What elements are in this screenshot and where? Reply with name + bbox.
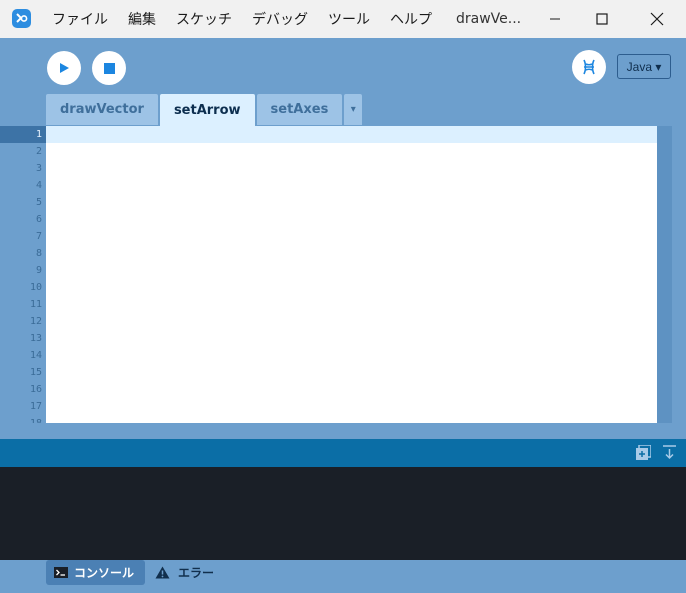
line-number: 17: [29, 401, 42, 412]
line-number: 15: [29, 367, 42, 378]
stop-button[interactable]: [92, 51, 126, 85]
close-button[interactable]: [632, 0, 682, 38]
menu-tools[interactable]: ツール: [328, 9, 370, 29]
toolbar: Java ▾: [0, 38, 686, 94]
maximize-icon: [596, 13, 608, 25]
minimize-button[interactable]: [530, 0, 580, 38]
title-bar: ファイル 編集 スケッチ デバッグ ツール ヘルプ drawVe...: [0, 0, 686, 38]
line-number: 2: [35, 146, 42, 157]
tab-drawvector[interactable]: drawVector: [46, 94, 158, 125]
footer-bar: コンソール エラー: [0, 560, 686, 593]
menu-debug[interactable]: デバッグ: [252, 9, 308, 29]
menu-file[interactable]: ファイル: [52, 9, 108, 29]
terminal-icon: [54, 567, 68, 578]
line-number: 8: [35, 248, 42, 259]
window-title: drawVe...: [456, 11, 522, 27]
tab-menu-button[interactable]: ▾: [344, 94, 363, 125]
menu-sketch[interactable]: スケッチ: [176, 9, 232, 29]
menu-help[interactable]: ヘルプ: [390, 9, 432, 29]
tab-setaxes[interactable]: setAxes: [256, 94, 343, 125]
line-number: 14: [29, 350, 42, 361]
errors-tab-label: エラー: [178, 566, 215, 580]
current-line-highlight: [46, 126, 657, 143]
line-number: 16: [29, 384, 42, 395]
line-number: 7: [35, 231, 42, 242]
console-tab-label: コンソール: [74, 566, 135, 580]
menu-bar: ファイル 編集 スケッチ デバッグ ツール ヘルプ drawVe...: [52, 0, 541, 38]
butterfly-icon: [583, 59, 595, 75]
line-number: 18: [0, 415, 46, 423]
console-header: [0, 439, 686, 467]
line-number: 3: [35, 163, 42, 174]
code-editor: 123456789101112131415161718: [0, 126, 686, 424]
console-tab[interactable]: コンソール: [46, 560, 145, 585]
processing-app-icon: [12, 9, 31, 28]
minimize-icon: [550, 18, 560, 20]
warning-icon: [155, 566, 170, 579]
code-area[interactable]: [46, 126, 657, 423]
line-number: 10: [29, 282, 42, 293]
vertical-scrollbar[interactable]: [657, 126, 672, 423]
copy-icon[interactable]: [636, 445, 651, 460]
line-number: 13: [29, 333, 42, 344]
run-button[interactable]: [47, 51, 81, 85]
collapse-console-icon[interactable]: [662, 445, 677, 460]
line-number: 1: [0, 126, 46, 143]
tab-setarrow[interactable]: setArrow: [159, 94, 255, 126]
chevron-down-icon: ▾: [350, 104, 356, 115]
line-number-gutter: 123456789101112131415161718: [0, 126, 46, 423]
line-number: 4: [35, 180, 42, 191]
line-number: 6: [35, 214, 42, 225]
close-icon: [650, 12, 664, 26]
line-number: 12: [29, 316, 42, 327]
line-number: 5: [35, 197, 42, 208]
maximize-button[interactable]: [577, 0, 627, 38]
sketch-tabs: drawVector setArrow setAxes ▾: [46, 94, 364, 126]
console-output[interactable]: [0, 467, 686, 560]
menu-edit[interactable]: 編集: [128, 9, 156, 29]
mode-select[interactable]: Java ▾: [617, 54, 671, 79]
stop-icon: [103, 62, 115, 74]
errors-tab[interactable]: エラー: [155, 560, 214, 585]
line-number: 11: [29, 299, 42, 310]
play-icon: [60, 63, 69, 73]
line-number: 9: [35, 265, 42, 276]
debug-button[interactable]: [572, 50, 606, 84]
